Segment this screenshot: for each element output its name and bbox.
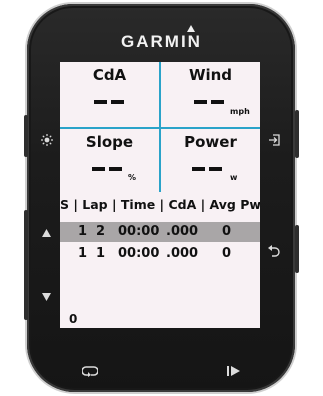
field-wind-value-2 <box>211 100 224 104</box>
cell-time: 00:00 <box>118 246 160 261</box>
right-lower-side-button[interactable] <box>295 225 299 273</box>
enter-icon[interactable] <box>268 134 280 148</box>
up-arrow-icon[interactable] <box>42 227 51 239</box>
field-wind-label: Wind <box>188 66 233 84</box>
cell-avg-pwr: 0 <box>222 246 232 261</box>
cell-time: 00:00 <box>118 224 160 239</box>
brand-logo: GARMIN <box>121 32 202 51</box>
field-slope-value-2 <box>109 167 122 171</box>
field-slope: Slope % <box>60 129 159 192</box>
left-lower-side-button[interactable] <box>24 210 28 320</box>
cell-cda: .000 <box>166 224 199 239</box>
logo-triangle-icon <box>187 25 195 32</box>
start-stop-icon[interactable] <box>227 365 241 379</box>
right-upper-side-button[interactable] <box>295 110 299 158</box>
lap-icon[interactable] <box>81 365 99 379</box>
footer-value: 0 <box>69 312 78 326</box>
field-cda-value <box>94 100 107 104</box>
field-slope-value <box>92 167 105 171</box>
field-cda-label: CdA <box>92 66 127 84</box>
cell-lap: 1 <box>96 246 106 261</box>
field-power-value <box>192 167 205 171</box>
cell-lap: 2 <box>96 224 106 239</box>
field-wind-value <box>194 100 207 104</box>
light-icon[interactable] <box>41 134 53 148</box>
field-power-label: Power <box>184 133 237 151</box>
field-wind-unit: mph <box>230 107 250 116</box>
field-power-value-2 <box>209 167 222 171</box>
lap-table-header: S | Lap | Time | CdA | Avg Pwr <box>60 197 260 212</box>
table-row[interactable]: 1 1 00:00 .000 0 <box>60 244 260 264</box>
cell-cda: .000 <box>166 246 199 261</box>
field-power: Power w <box>161 129 260 192</box>
cell-s: 1 <box>78 246 88 261</box>
field-cda-value-2 <box>111 100 124 104</box>
cell-s: 1 <box>78 224 88 239</box>
back-icon[interactable] <box>268 245 280 259</box>
field-wind: Wind mph <box>161 62 260 127</box>
cell-avg-pwr: 0 <box>222 224 232 239</box>
table-row[interactable]: 1 2 00:00 .000 0 <box>60 222 260 242</box>
field-slope-unit: % <box>128 173 137 182</box>
field-power-unit: w <box>230 173 238 182</box>
left-upper-side-button[interactable] <box>24 115 28 157</box>
field-slope-label: Slope <box>85 133 134 151</box>
down-arrow-icon[interactable] <box>42 291 51 303</box>
field-cda: CdA <box>60 62 159 127</box>
display-screen: CdA Wind mph Slope % Power w S | Lap | T… <box>60 62 260 328</box>
